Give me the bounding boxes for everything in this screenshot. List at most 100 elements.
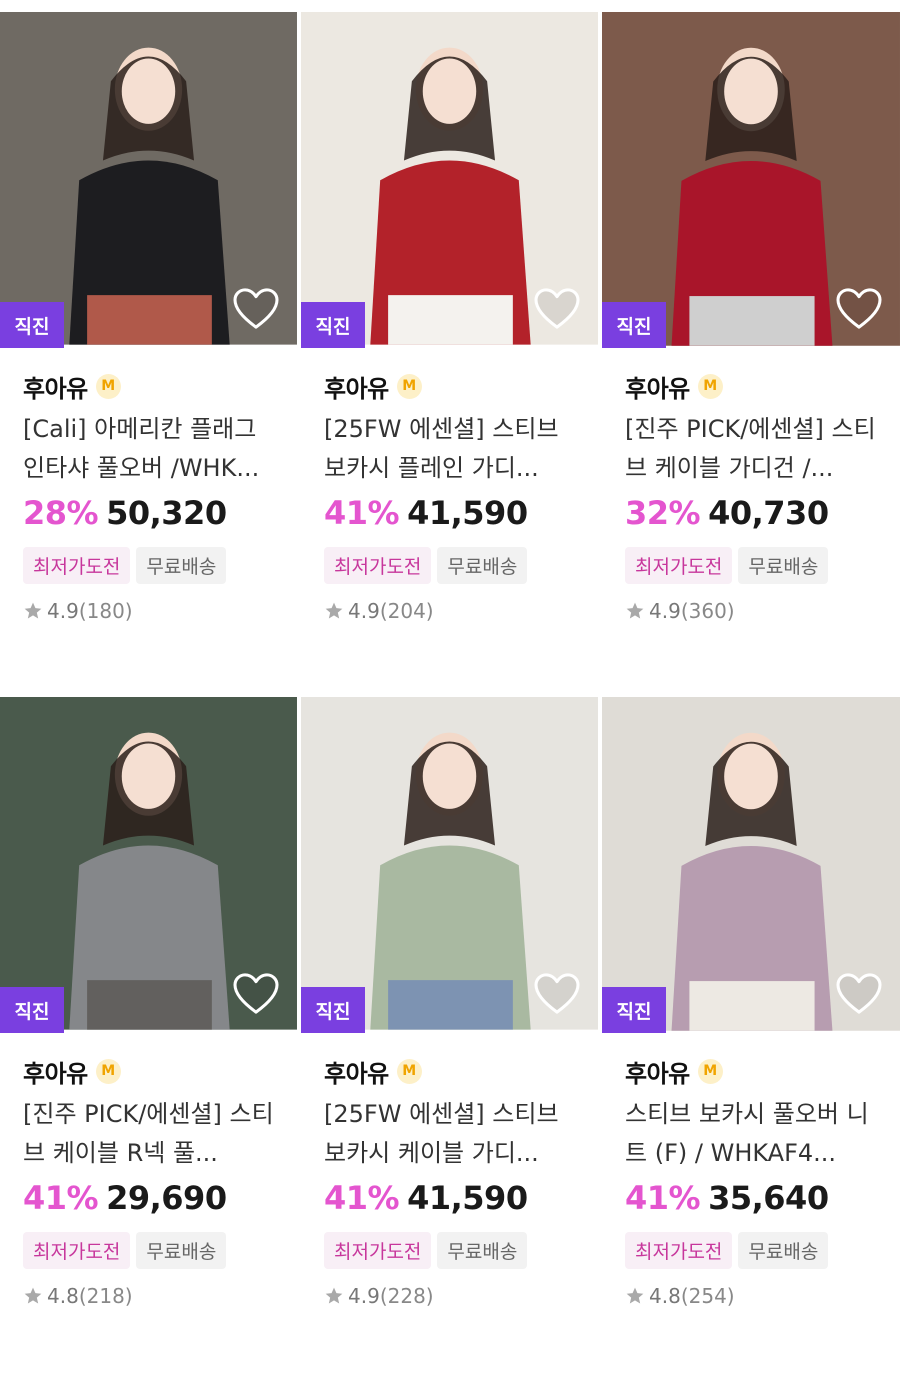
membership-badge-icon: M xyxy=(697,1058,723,1084)
rating-summary: 4.9 (180) xyxy=(23,599,297,623)
direct-ship-badge: 직진 xyxy=(301,987,365,1033)
brand-name[interactable]: 후아유 xyxy=(23,369,88,404)
rating-summary: 4.9 (228) xyxy=(324,1284,598,1308)
direct-ship-badge: 직진 xyxy=(602,302,666,348)
tag-free-shipping: 무료배송 xyxy=(136,1232,227,1269)
brand-name[interactable]: 후아유 xyxy=(324,1054,389,1089)
price-row: 28% 50,320 xyxy=(23,494,297,536)
price-row: 32% 40,730 xyxy=(625,494,900,536)
product-thumbnail[interactable]: 직진 xyxy=(602,697,900,1033)
product-title[interactable]: [진주 PICK/에센셜] 스티브 케이블 가디건 /... xyxy=(625,410,883,488)
discount-rate: 41% xyxy=(324,1179,400,1217)
product-info: 후아유 M [25FW 에센셜] 스티브 보카시 플레인 가디... 41% 4… xyxy=(301,348,598,623)
heart-outline-icon[interactable] xyxy=(836,288,882,330)
brand-row[interactable]: 후아유 M xyxy=(324,368,598,404)
product-thumbnail[interactable]: 직진 xyxy=(602,12,900,348)
product-thumbnail[interactable]: 직진 xyxy=(301,12,598,348)
heart-outline-icon[interactable] xyxy=(534,973,580,1015)
rating-score: 4.9 xyxy=(649,599,681,623)
membership-badge-icon: M xyxy=(396,1058,422,1084)
brand-row[interactable]: 후아유 M xyxy=(23,1053,297,1089)
review-count: (228) xyxy=(379,1284,434,1308)
rating-summary: 4.9 (204) xyxy=(324,599,598,623)
product-info: 후아유 M [진주 PICK/에센셜] 스티브 케이블 가디건 /... 32%… xyxy=(602,348,900,623)
review-count: (218) xyxy=(78,1284,133,1308)
price-row: 41% 41,590 xyxy=(324,494,598,536)
star-icon xyxy=(625,601,645,621)
brand-row[interactable]: 후아유 M xyxy=(324,1053,598,1089)
product-card[interactable]: 직진 후아유 M [진주 PICK/에센셜] 스티브 케이블 R넥 풀... 4… xyxy=(0,697,297,1373)
rating-score: 4.8 xyxy=(47,1284,79,1308)
product-card[interactable]: 직진 후아유 M [진주 PICK/에센셜] 스티브 케이블 가디건 /... … xyxy=(602,12,900,697)
price-row: 41% 41,590 xyxy=(324,1179,598,1221)
membership-badge-icon: M xyxy=(697,373,723,399)
tag-lowest-price: 최저가도전 xyxy=(324,1232,432,1269)
product-thumbnail[interactable]: 직진 xyxy=(0,697,297,1033)
tag-list: 최저가도전 무료배송 xyxy=(324,1232,598,1269)
rating-score: 4.9 xyxy=(348,599,380,623)
sale-price: 41,590 xyxy=(407,494,528,532)
heart-outline-icon[interactable] xyxy=(233,288,279,330)
membership-badge-icon: M xyxy=(95,1058,121,1084)
star-icon xyxy=(23,601,43,621)
tag-free-shipping: 무료배송 xyxy=(437,547,528,584)
direct-ship-badge: 직진 xyxy=(0,987,64,1033)
rating-score: 4.9 xyxy=(348,1284,380,1308)
product-card[interactable]: 직진 후아유 M 스티브 보카시 풀오버 니트 (F) / WHKAF4... … xyxy=(602,697,900,1373)
rating-summary: 4.8 (254) xyxy=(625,1284,900,1308)
star-icon xyxy=(23,1286,43,1306)
sale-price: 29,690 xyxy=(106,1179,227,1217)
tag-free-shipping: 무료배송 xyxy=(136,547,227,584)
tag-list: 최저가도전 무료배송 xyxy=(324,547,598,584)
membership-badge-icon: M xyxy=(396,373,422,399)
brand-row[interactable]: 후아유 M xyxy=(23,368,297,404)
discount-rate: 41% xyxy=(324,494,400,532)
star-icon xyxy=(324,1286,344,1306)
product-title[interactable]: [진주 PICK/에센셜] 스티브 케이블 R넥 풀... xyxy=(23,1095,281,1173)
review-count: (360) xyxy=(680,599,735,623)
sale-price: 40,730 xyxy=(708,494,829,532)
brand-name[interactable]: 후아유 xyxy=(324,369,389,404)
product-title[interactable]: [25FW 에센셜] 스티브 보카시 플레인 가디... xyxy=(324,410,582,488)
star-icon xyxy=(625,1286,645,1306)
star-icon xyxy=(324,601,344,621)
product-title[interactable]: 스티브 보카시 풀오버 니트 (F) / WHKAF4... xyxy=(625,1095,883,1173)
product-card[interactable]: 직진 후아유 M [Cali] 아메리칸 플래그 인타샤 풀오버 /WHK...… xyxy=(0,12,297,697)
product-thumbnail[interactable]: 직진 xyxy=(301,697,598,1033)
rating-score: 4.9 xyxy=(47,599,79,623)
product-card[interactable]: 직진 후아유 M [25FW 에센셜] 스티브 보카시 플레인 가디... 41… xyxy=(301,12,598,697)
discount-rate: 32% xyxy=(625,494,701,532)
tag-list: 최저가도전 무료배송 xyxy=(23,547,297,584)
heart-outline-icon[interactable] xyxy=(233,973,279,1015)
tag-list: 최저가도전 무료배송 xyxy=(23,1232,297,1269)
brand-row[interactable]: 후아유 M xyxy=(625,1053,900,1089)
direct-ship-badge: 직진 xyxy=(301,302,365,348)
product-info: 후아유 M [Cali] 아메리칸 플래그 인타샤 풀오버 /WHK... 28… xyxy=(0,348,297,623)
review-count: (180) xyxy=(78,599,133,623)
product-thumbnail[interactable]: 직진 xyxy=(0,12,297,348)
tag-lowest-price: 최저가도전 xyxy=(23,1232,131,1269)
tag-list: 최저가도전 무료배송 xyxy=(625,547,900,584)
review-count: (254) xyxy=(680,1284,735,1308)
heart-outline-icon[interactable] xyxy=(534,288,580,330)
brand-name[interactable]: 후아유 xyxy=(625,1054,690,1089)
brand-name[interactable]: 후아유 xyxy=(625,369,690,404)
rating-score: 4.8 xyxy=(649,1284,681,1308)
product-title[interactable]: [25FW 에센셜] 스티브 보카시 케이블 가디... xyxy=(324,1095,582,1173)
direct-ship-badge: 직진 xyxy=(602,987,666,1033)
product-title[interactable]: [Cali] 아메리칸 플래그 인타샤 풀오버 /WHK... xyxy=(23,410,281,488)
product-card[interactable]: 직진 후아유 M [25FW 에센셜] 스티브 보카시 케이블 가디... 41… xyxy=(301,697,598,1373)
sale-price: 41,590 xyxy=(407,1179,528,1217)
discount-rate: 41% xyxy=(625,1179,701,1217)
tag-free-shipping: 무료배송 xyxy=(738,547,829,584)
direct-ship-badge: 직진 xyxy=(0,302,64,348)
price-row: 41% 35,640 xyxy=(625,1179,900,1221)
heart-outline-icon[interactable] xyxy=(836,973,882,1015)
review-count: (204) xyxy=(379,599,434,623)
rating-summary: 4.9 (360) xyxy=(625,599,900,623)
tag-free-shipping: 무료배송 xyxy=(738,1232,829,1269)
brand-name[interactable]: 후아유 xyxy=(23,1054,88,1089)
tag-lowest-price: 최저가도전 xyxy=(23,547,131,584)
brand-row[interactable]: 후아유 M xyxy=(625,368,900,404)
product-grid: 직진 후아유 M [Cali] 아메리칸 플래그 인타샤 풀오버 /WHK...… xyxy=(0,12,900,1373)
